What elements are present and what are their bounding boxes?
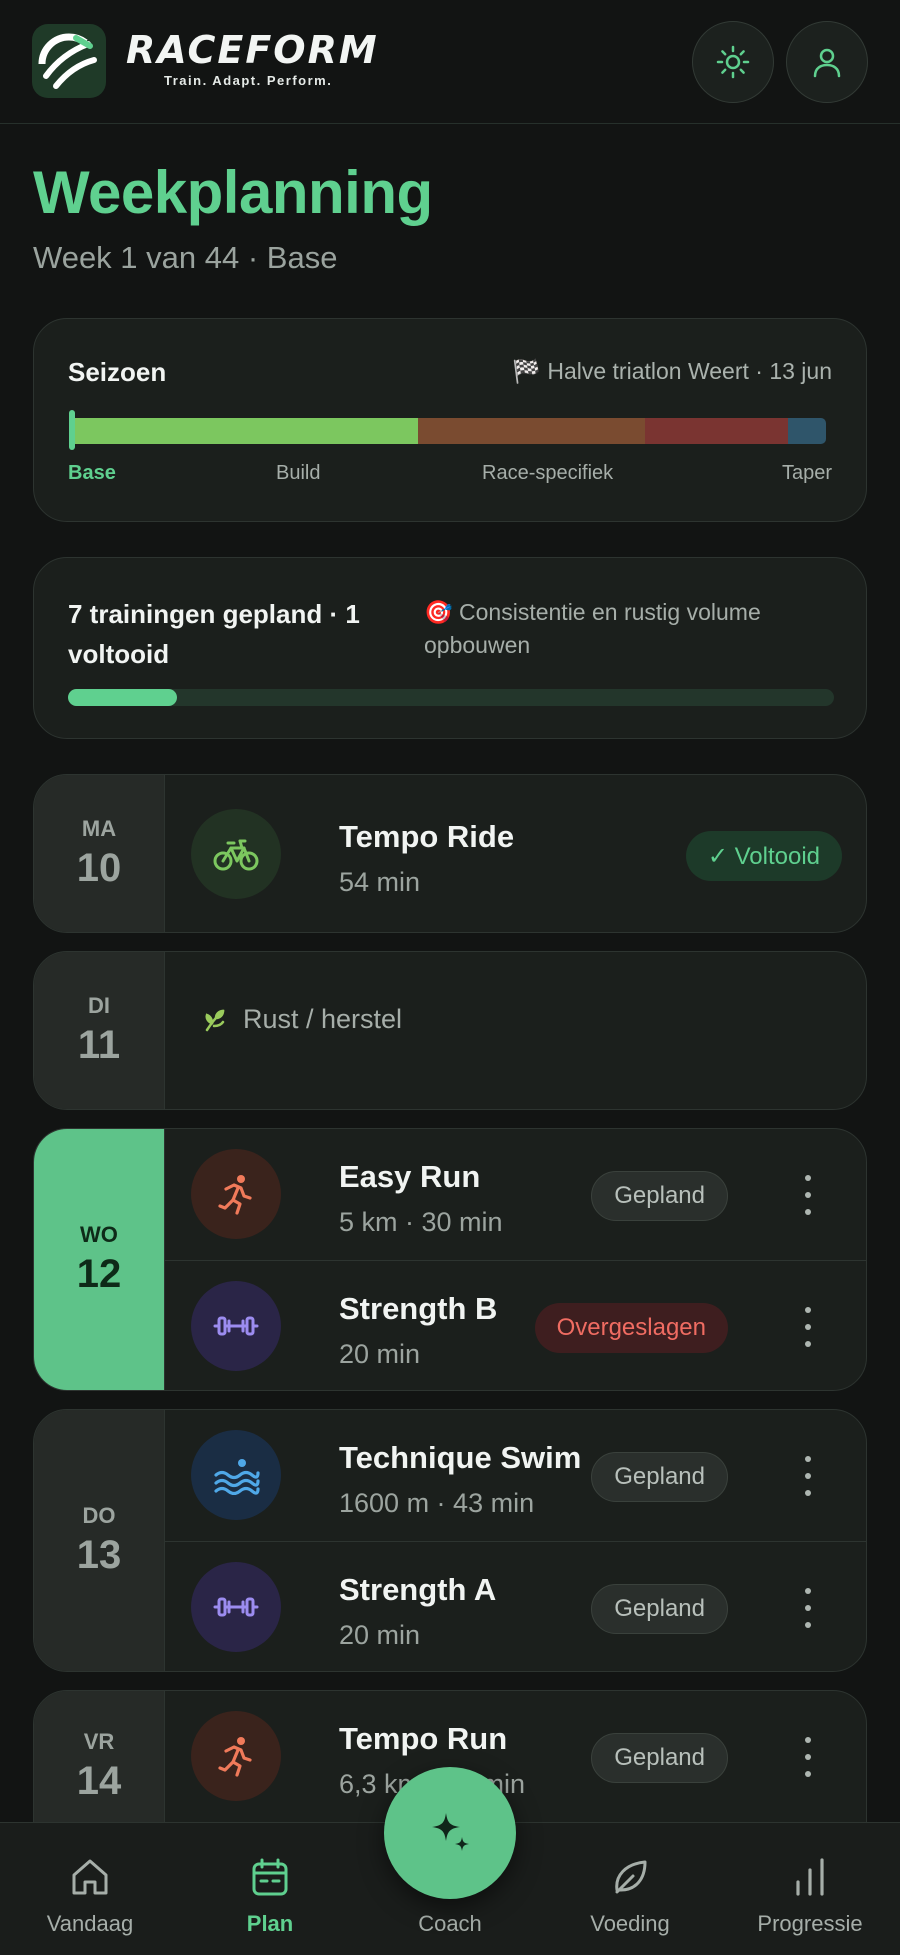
coach-button[interactable] (384, 1767, 516, 1899)
day-abbr: DI (88, 993, 110, 1018)
sun-icon (716, 45, 750, 79)
nav-item-progressie[interactable]: Progressie (720, 1823, 900, 1955)
rest-day-text: Rust / herstel (243, 1004, 403, 1034)
day-card-tuesday: DI 11 Rust / herstel (33, 951, 867, 1110)
session-row[interactable]: Tempo Run 6,3 km · 38 min Gepland (165, 1691, 866, 1822)
status-badge-planned: Gepland (591, 1584, 728, 1634)
session-meta: 20 min (339, 1339, 421, 1369)
session-meta: 5 km · 30 min (339, 1207, 503, 1237)
week-summary-text: 7 trainingen gepland · 1 voltooid (68, 599, 360, 669)
week-goal-text: 🎯 Consistentie en rustig volume opbouwen (424, 599, 761, 658)
dumbbell-icon (191, 1562, 281, 1652)
home-icon (72, 1859, 108, 1895)
session-name: Strength A (339, 1572, 497, 1607)
more-options-icon[interactable] (802, 1588, 814, 1628)
more-options-icon[interactable] (802, 1175, 814, 1215)
day-card-monday: MA 10 Tempo Ride 54 min ✓ Voltooid (33, 774, 867, 933)
week-progress-fill (68, 689, 178, 706)
status-badge-planned: Gepland (591, 1733, 728, 1783)
week-summary-card: 7 trainingen gepland · 1 voltooid 🎯 Cons… (33, 557, 867, 739)
day-abbr: VR (83, 1729, 115, 1754)
more-options-icon[interactable] (802, 1737, 814, 1777)
app-header: RACEFORM Train. Adapt. Perform. (0, 0, 900, 124)
page-title: Weekplanning (33, 159, 433, 226)
session-row[interactable]: Easy Run 5 km · 30 min Gepland (165, 1129, 866, 1260)
nav-label: Plan (246, 1911, 294, 1936)
phase-label-base: Base (68, 462, 116, 484)
nav-item-vandaag[interactable]: Vandaag (0, 1823, 180, 1955)
day-number: 11 (77, 1023, 121, 1067)
bars-icon (796, 1858, 824, 1896)
day-number: 12 (76, 1252, 122, 1296)
season-title: Seizoen (68, 357, 167, 387)
session-name: Easy Run (339, 1159, 481, 1194)
day-label: DI 11 (34, 952, 165, 1109)
session-meta: 54 min (339, 867, 421, 897)
day-card-thursday: DO 13 Technique Swim 1600 m · 43 min Gep… (33, 1409, 867, 1672)
brand-tagline: Train. Adapt. Perform. (164, 73, 333, 88)
session-meta: 1600 m · 43 min (339, 1488, 535, 1518)
status-badge-planned: Gepland (591, 1171, 728, 1221)
nav-label: Vandaag (46, 1911, 134, 1936)
day-label: VR 14 (34, 1691, 165, 1822)
more-options-icon[interactable] (802, 1456, 814, 1496)
session-row[interactable]: Strength B 20 min Overgeslagen (165, 1260, 866, 1390)
leaf-icon (615, 1860, 647, 1894)
day-abbr: DO (82, 1503, 116, 1528)
race-label: 🏁 Halve triatlon Weert · 13 jun (512, 358, 832, 384)
session-name: Tempo Run (339, 1721, 508, 1756)
phase-label-taper: Taper (781, 462, 832, 484)
run-icon (191, 1149, 281, 1239)
day-number: 10 (76, 846, 122, 890)
season-phase-segment (788, 418, 826, 444)
day-abbr: MA (81, 816, 117, 841)
season-phase-segment (417, 418, 645, 444)
status-badge-skipped: Overgeslagen (534, 1303, 728, 1353)
session-row[interactable]: Strength A 20 min Gepland (165, 1541, 866, 1671)
season-card: Seizoen 🏁 Halve triatlon Weert · 13 jun … (33, 318, 867, 522)
logo-icon (32, 24, 106, 98)
dumbbell-icon (191, 1281, 281, 1371)
run-icon (191, 1711, 281, 1801)
more-options-icon[interactable] (802, 1307, 814, 1347)
day-number: 14 (76, 1759, 122, 1803)
rest-day-label: Rust / herstel (201, 1004, 402, 1035)
day-card-wednesday: WO 12 Easy Run 5 km · 30 min Gepland Str… (33, 1128, 867, 1391)
user-icon (813, 48, 841, 78)
status-badge-completed: ✓ Voltooid (685, 831, 842, 881)
week-progress-track (68, 689, 834, 706)
phase-label-race-specific: Race-specifiek (482, 462, 614, 484)
brand-name: RACEFORM (126, 28, 379, 72)
phase-label-build: Build (276, 462, 321, 484)
status-badge-planned: Gepland (591, 1452, 728, 1502)
day-number: 13 (76, 1533, 122, 1577)
swim-icon (191, 1430, 281, 1520)
nav-label: Voeding (590, 1911, 670, 1936)
day-label-today: WO 12 (34, 1129, 165, 1390)
day-abbr: WO (80, 1222, 118, 1247)
season-phase-segment (70, 418, 418, 444)
profile-button[interactable] (786, 21, 868, 103)
bike-icon (191, 809, 281, 899)
season-phase-bar (70, 418, 826, 444)
page-subtitle: Week 1 van 44 · Base (33, 240, 338, 275)
nav-item-voeding[interactable]: Voeding (540, 1823, 720, 1955)
season-current-marker (69, 410, 75, 450)
session-row[interactable]: Tempo Ride 54 min ✓ Voltooid (165, 789, 866, 920)
sparkle-icon (432, 1813, 469, 1851)
nav-label: Coach (418, 1911, 482, 1936)
nav-label: Progressie (757, 1911, 863, 1936)
session-meta: 20 min (339, 1620, 421, 1650)
season-phase-segment (644, 418, 789, 444)
day-label: MA 10 (34, 775, 165, 932)
nav-item-plan[interactable]: Plan (180, 1823, 360, 1955)
theme-toggle-button[interactable] (692, 21, 774, 103)
calendar-icon (252, 1858, 288, 1896)
session-row[interactable]: Technique Swim 1600 m · 43 min Gepland (165, 1410, 866, 1541)
session-name: Technique Swim (339, 1440, 582, 1475)
day-label: DO 13 (34, 1410, 165, 1671)
session-name: Tempo Ride (339, 819, 515, 854)
session-name: Strength B (339, 1291, 498, 1326)
herb-icon (205, 1009, 225, 1031)
